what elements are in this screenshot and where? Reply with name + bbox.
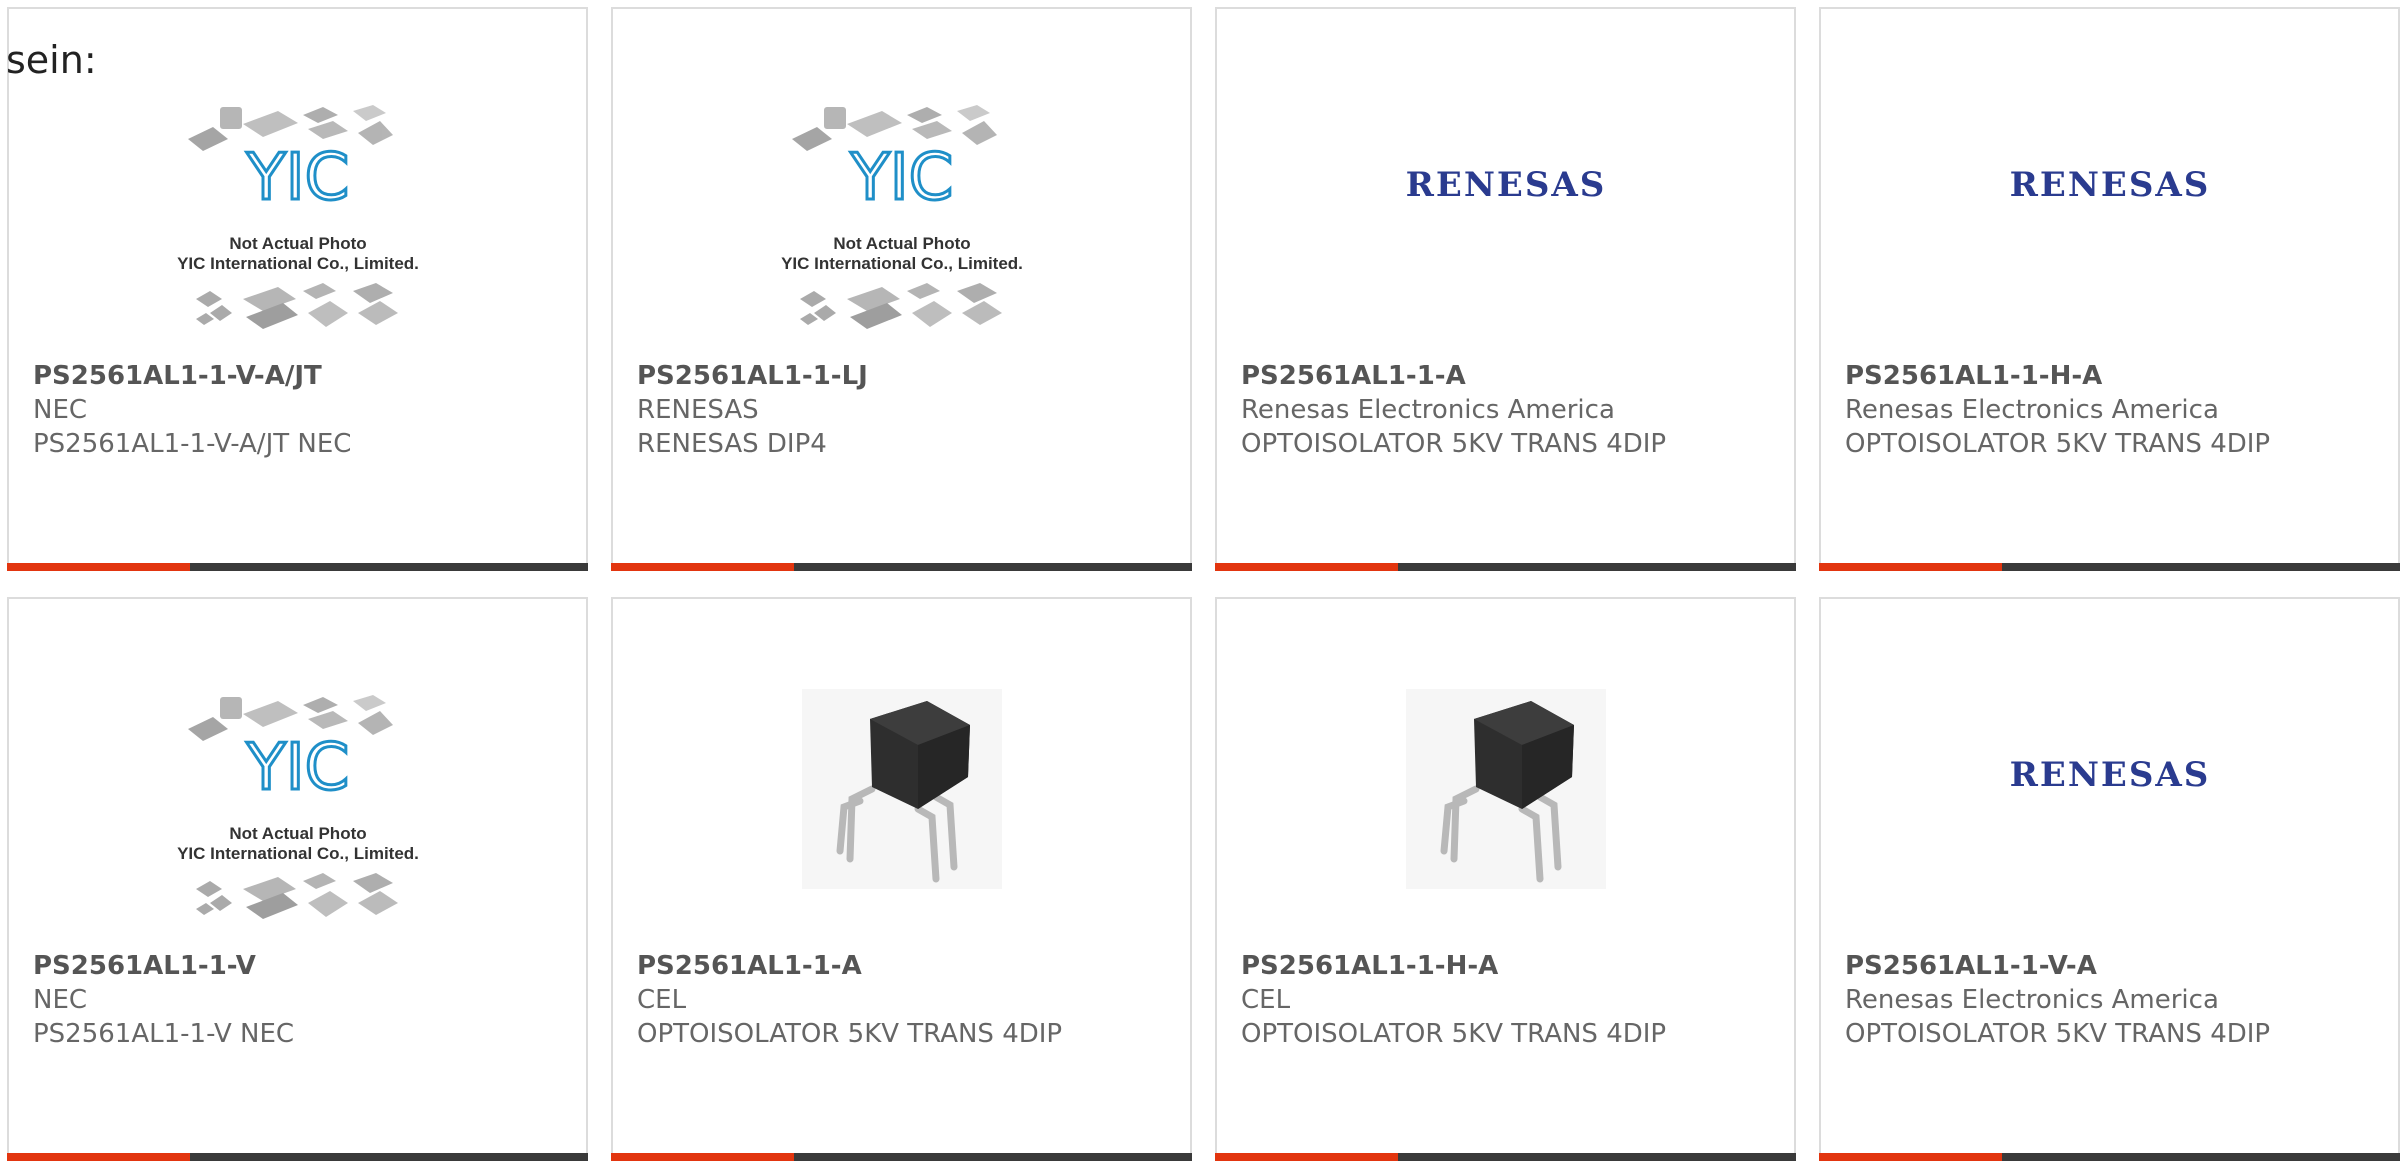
yic-company-label: YIC International Co., Limited. bbox=[177, 254, 419, 273]
card-bottom-bar bbox=[1819, 1153, 2400, 1161]
part-number-link[interactable]: PS2561AL1-1-A bbox=[1241, 359, 1781, 393]
placeholder-image: YIC Not Actual Photo YIC International C… bbox=[781, 105, 1023, 329]
card-bottom-bar bbox=[7, 1153, 588, 1161]
card-bottom-bar bbox=[7, 563, 588, 571]
yic-logo: YIC bbox=[245, 731, 349, 805]
intro-text: sein: bbox=[6, 38, 97, 82]
product-grid: YIC Not Actual Photo YIC International C… bbox=[0, 0, 2400, 1161]
description: PS2561AL1-1-V-A/JT NEC bbox=[33, 429, 352, 459]
product-card[interactable]: YIC Not Actual Photo YIC International C… bbox=[7, 597, 588, 1161]
product-image[interactable]: YIC Not Actual Photo YIC International C… bbox=[613, 99, 1190, 355]
card-accent-bar bbox=[611, 1153, 794, 1161]
not-actual-photo-label: Not Actual Photo bbox=[833, 234, 970, 253]
product-image[interactable]: RENESAS bbox=[1821, 99, 2398, 355]
yic-logo: YIC bbox=[245, 141, 349, 215]
manufacturer: Renesas Electronics America bbox=[1845, 985, 2219, 1015]
card-bottom-bar bbox=[1819, 563, 2400, 571]
product-image[interactable] bbox=[1217, 689, 1794, 945]
product-image[interactable]: RENESAS bbox=[1821, 689, 2398, 945]
manufacturer: Renesas Electronics America bbox=[1845, 395, 2219, 425]
card-accent-bar bbox=[1819, 1153, 2002, 1161]
card-bottom-bar bbox=[1215, 1153, 1796, 1161]
renesas-logo: RENESAS bbox=[1405, 165, 1606, 205]
part-number-link[interactable]: PS2561AL1-1-V bbox=[33, 949, 573, 983]
manufacturer: RENESAS bbox=[637, 395, 759, 425]
part-number-link[interactable]: PS2561AL1-1-V-A bbox=[1845, 949, 2385, 983]
product-card[interactable]: PS2561AL1-1-H-A CEL OPTOISOLATOR 5KV TRA… bbox=[1215, 597, 1796, 1161]
product-card[interactable]: RENESAS PS2561AL1-1-V-A Renesas Electron… bbox=[1819, 597, 2400, 1161]
card-bottom-bar bbox=[1215, 563, 1796, 571]
manufacturer: NEC bbox=[33, 395, 88, 425]
card-accent-bar bbox=[611, 563, 794, 571]
not-actual-photo-label: Not Actual Photo bbox=[229, 234, 366, 253]
renesas-logo-text: RENESAS bbox=[1405, 165, 1606, 205]
yic-logo: YIC bbox=[849, 141, 953, 215]
card-accent-bar bbox=[1215, 1153, 1398, 1161]
placeholder-image: YIC Not Actual Photo YIC International C… bbox=[177, 105, 419, 329]
card-accent-bar bbox=[7, 563, 190, 571]
dip4-component-photo bbox=[1405, 689, 1606, 889]
description: RENESAS DIP4 bbox=[637, 429, 827, 459]
card-accent-bar bbox=[7, 1153, 190, 1161]
renesas-logo: RENESAS bbox=[2009, 755, 2210, 795]
description: PS2561AL1-1-V NEC bbox=[33, 1019, 295, 1049]
dip4-component-photo bbox=[801, 689, 1002, 889]
product-image[interactable]: YIC Not Actual Photo YIC International C… bbox=[9, 689, 586, 945]
part-number-link[interactable]: PS2561AL1-1-A bbox=[637, 949, 1177, 983]
product-image[interactable]: RENESAS bbox=[1217, 99, 1794, 355]
description: OPTOISOLATOR 5KV TRANS 4DIP bbox=[1845, 429, 2271, 459]
manufacturer: CEL bbox=[637, 985, 687, 1015]
card-bottom-bar bbox=[611, 563, 1192, 571]
part-number-link[interactable]: PS2561AL1-1-H-A bbox=[1241, 949, 1781, 983]
description: OPTOISOLATOR 5KV TRANS 4DIP bbox=[1845, 1019, 2271, 1049]
description: OPTOISOLATOR 5KV TRANS 4DIP bbox=[1241, 429, 1667, 459]
card-accent-bar bbox=[1819, 563, 2002, 571]
product-card[interactable]: PS2561AL1-1-A CEL OPTOISOLATOR 5KV TRANS… bbox=[611, 597, 1192, 1161]
manufacturer: NEC bbox=[33, 985, 88, 1015]
manufacturer: CEL bbox=[1241, 985, 1291, 1015]
product-image[interactable] bbox=[613, 689, 1190, 945]
part-number-link[interactable]: PS2561AL1-1-H-A bbox=[1845, 359, 2385, 393]
card-accent-bar bbox=[1215, 563, 1398, 571]
renesas-logo: RENESAS bbox=[2009, 165, 2210, 205]
description: OPTOISOLATOR 5KV TRANS 4DIP bbox=[637, 1019, 1063, 1049]
product-card[interactable]: YIC Not Actual Photo YIC International C… bbox=[7, 7, 588, 571]
manufacturer: Renesas Electronics America bbox=[1241, 395, 1615, 425]
card-bottom-bar bbox=[611, 1153, 1192, 1161]
product-card[interactable]: RENESAS PS2561AL1-1-H-A Renesas Electron… bbox=[1819, 7, 2400, 571]
yic-company-label: YIC International Co., Limited. bbox=[177, 844, 419, 863]
product-image[interactable]: YIC Not Actual Photo YIC International C… bbox=[9, 99, 586, 355]
yic-company-label: YIC International Co., Limited. bbox=[781, 254, 1023, 273]
part-number-link[interactable]: PS2561AL1-1-LJ bbox=[637, 359, 1177, 393]
product-card[interactable]: RENESAS PS2561AL1-1-A Renesas Electronic… bbox=[1215, 7, 1796, 571]
renesas-logo-text: RENESAS bbox=[2009, 755, 2210, 795]
description: OPTOISOLATOR 5KV TRANS 4DIP bbox=[1241, 1019, 1667, 1049]
renesas-logo-text: RENESAS bbox=[2009, 165, 2210, 205]
placeholder-image: YIC Not Actual Photo YIC International C… bbox=[177, 695, 419, 919]
product-card[interactable]: YIC Not Actual Photo YIC International C… bbox=[611, 7, 1192, 571]
part-number-link[interactable]: PS2561AL1-1-V-A/JT bbox=[33, 359, 573, 393]
not-actual-photo-label: Not Actual Photo bbox=[229, 824, 366, 843]
